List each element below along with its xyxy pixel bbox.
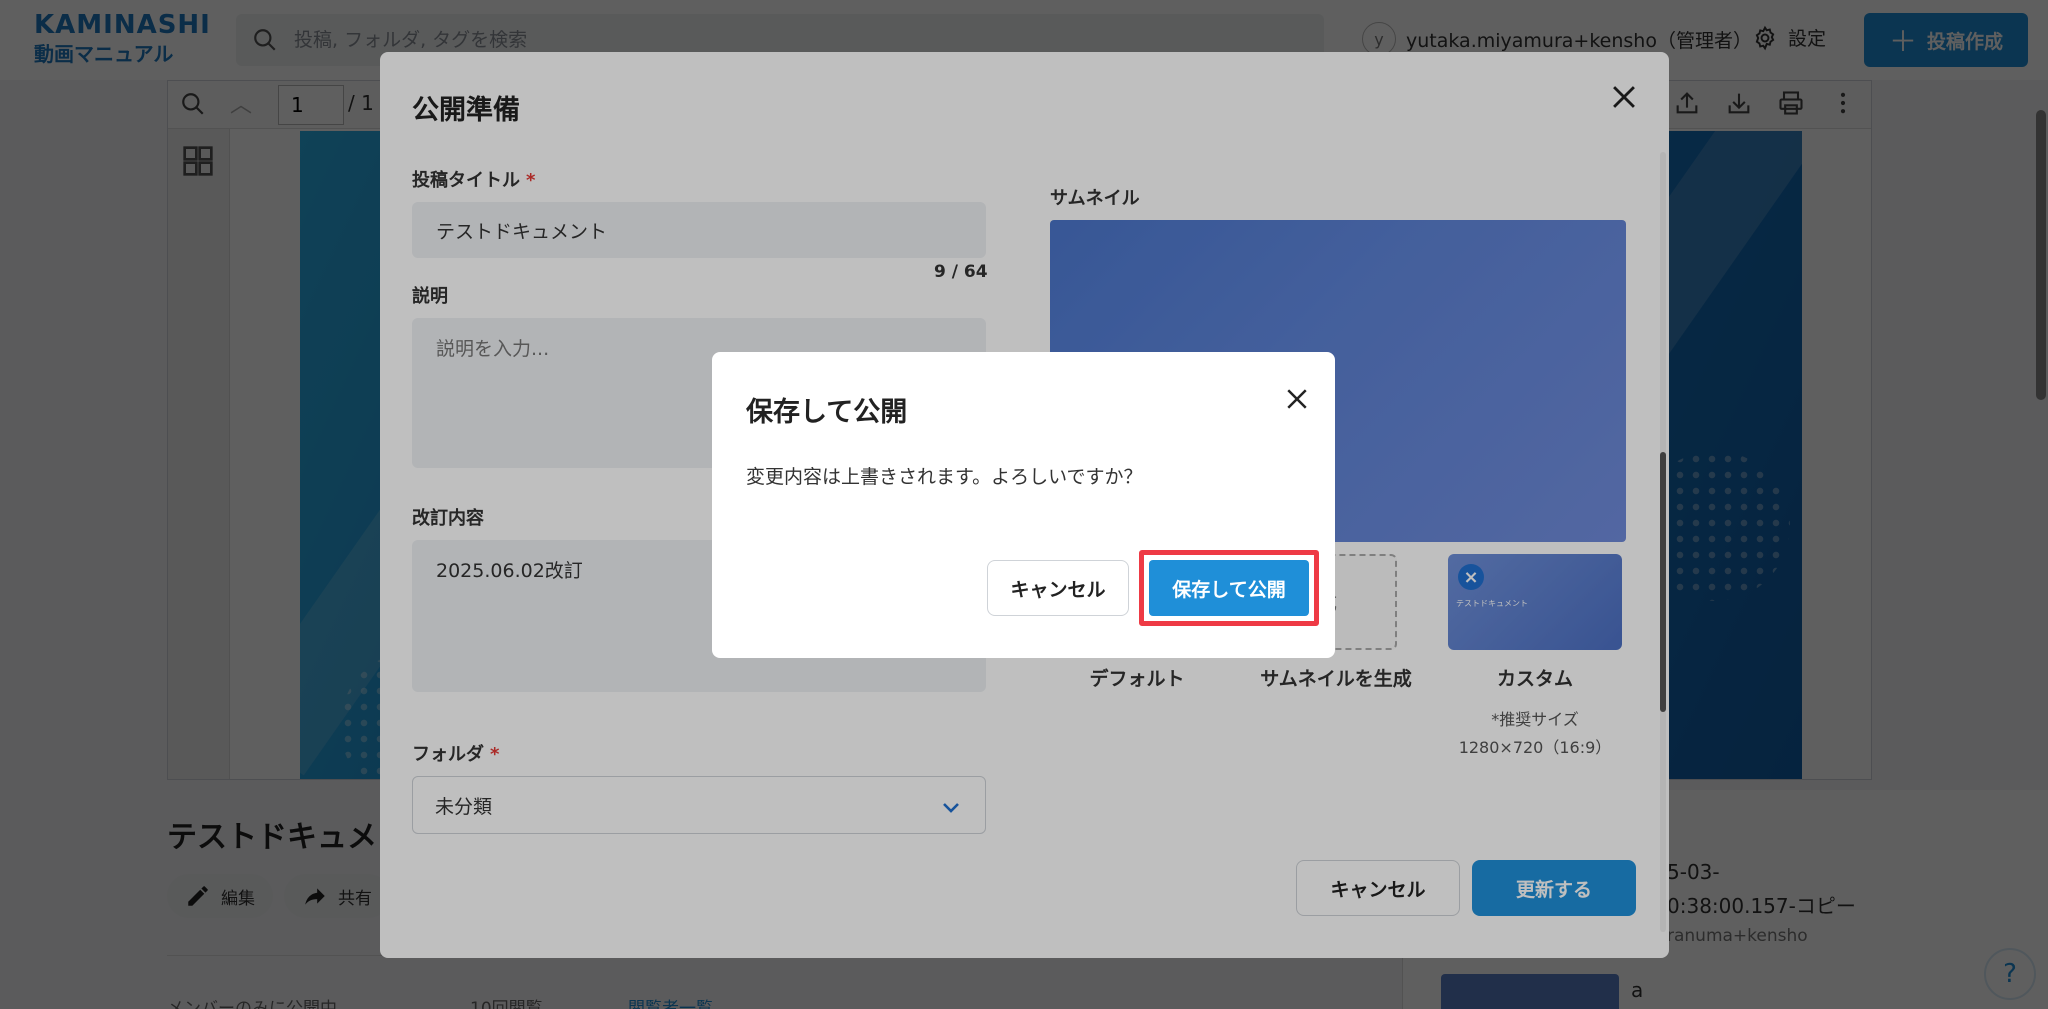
- close-icon[interactable]: [1282, 384, 1312, 414]
- dialog-message: 変更内容は上書きされます。よろしいですか？: [746, 466, 1143, 488]
- dialog-title: 保存して公開: [746, 397, 908, 428]
- dialog-cancel-button[interactable]: キャンセル: [987, 560, 1129, 616]
- save-publish-dialog: 保存して公開 変更内容は上書きされます。よろしいですか？ キャンセル 保存して公…: [712, 352, 1335, 658]
- highlight-box: [1139, 550, 1319, 626]
